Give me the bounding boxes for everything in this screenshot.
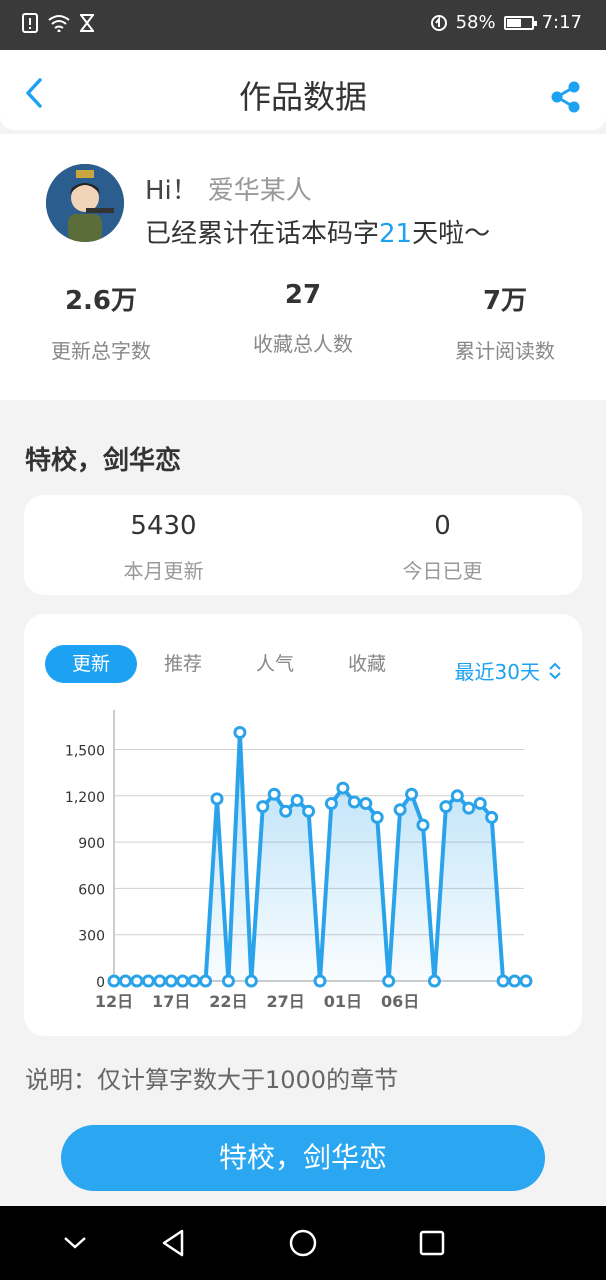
- update-summary-card: 5430 本月更新 0 今日已更: [24, 495, 582, 595]
- clock: 7:17: [541, 12, 582, 33]
- data-point[interactable]: [416, 818, 430, 832]
- x-tick-label: 17日: [152, 992, 190, 1011]
- sort-updown-icon: [549, 662, 561, 679]
- month-updates: 5430 本月更新: [123, 511, 204, 583]
- wifi-icon: [48, 15, 70, 32]
- writing-days-count: 21: [379, 219, 413, 249]
- data-point[interactable]: [405, 787, 419, 801]
- series-area: [114, 732, 526, 981]
- app-header: 作品数据: [0, 50, 606, 130]
- data-point[interactable]: [347, 795, 361, 809]
- recents-square-icon[interactable]: [418, 1228, 446, 1258]
- data-point[interactable]: [221, 974, 235, 988]
- data-point[interactable]: [244, 974, 258, 988]
- collapse-chevron-icon[interactable]: [62, 1234, 88, 1252]
- stat-total-favorites: 27 收藏总人数: [253, 280, 353, 356]
- y-tick-label: 1,200: [65, 790, 105, 806]
- data-point[interactable]: [382, 974, 396, 988]
- x-tick-label: 27日: [267, 992, 305, 1011]
- back-triangle-icon[interactable]: [158, 1228, 188, 1258]
- x-tick-label: 01日: [324, 992, 362, 1011]
- profile-panel: Hi！ 爱华某人 已经累计在话本码字21天啦～ 2.6万 更新总字数 27 收藏总…: [0, 134, 606, 400]
- notification-alert-icon: [22, 13, 38, 33]
- work-title: 特校，剑华恋: [25, 446, 182, 476]
- avatar[interactable]: [46, 164, 124, 242]
- data-point[interactable]: [118, 974, 132, 988]
- data-point[interactable]: [153, 974, 167, 988]
- x-tick-label: 12日: [95, 992, 133, 1011]
- data-point[interactable]: [462, 801, 476, 815]
- greeting: Hi！ 爱华某人: [145, 176, 312, 206]
- data-point[interactable]: [313, 974, 327, 988]
- system-nav-bar: [0, 1206, 606, 1280]
- data-point[interactable]: [359, 797, 373, 811]
- x-tick-label: 06日: [381, 992, 419, 1011]
- data-point[interactable]: [324, 797, 338, 811]
- home-circle-icon[interactable]: [288, 1228, 318, 1258]
- today-updates: 0 今日已更: [402, 511, 483, 583]
- data-point[interactable]: [141, 974, 155, 988]
- hourglass-icon: [80, 14, 94, 32]
- note-text: 说明：仅计算字数大于1000的章节: [25, 1066, 399, 1094]
- data-point[interactable]: [107, 974, 121, 988]
- tab-recommend[interactable]: 推荐: [137, 645, 229, 683]
- data-point[interactable]: [290, 793, 304, 807]
- tab-favorites[interactable]: 收藏: [321, 645, 413, 683]
- stat-total-reads: 7万 累计阅读数: [455, 286, 555, 363]
- data-point[interactable]: [199, 974, 213, 988]
- status-bar: 58% 7:17: [0, 0, 606, 50]
- data-point[interactable]: [370, 810, 384, 824]
- username: 爱华某人: [207, 176, 312, 206]
- battery-percent: 58%: [455, 12, 496, 33]
- y-tick-label: 0: [96, 975, 105, 991]
- data-point[interactable]: [393, 803, 407, 817]
- data-point[interactable]: [164, 974, 178, 988]
- data-point[interactable]: [450, 789, 464, 803]
- x-tick-label: 22日: [209, 992, 247, 1011]
- range-selector[interactable]: 最近30天: [455, 656, 562, 685]
- stat-total-words: 2.6万 更新总字数: [51, 286, 151, 363]
- tab-popularity[interactable]: 人气: [229, 645, 321, 683]
- tab-updates[interactable]: 更新: [45, 645, 137, 683]
- data-point[interactable]: [508, 974, 522, 988]
- work-button[interactable]: 特校，剑华恋: [61, 1125, 545, 1191]
- data-point[interactable]: [519, 974, 533, 988]
- page-title: 作品数据: [238, 78, 367, 116]
- data-saver-icon: [430, 14, 447, 31]
- data-point[interactable]: [279, 804, 293, 818]
- data-point[interactable]: [485, 810, 499, 824]
- data-point[interactable]: [233, 726, 247, 740]
- y-tick-label: 300: [78, 929, 105, 945]
- share-icon[interactable]: [548, 80, 582, 114]
- data-point[interactable]: [427, 974, 441, 988]
- data-point[interactable]: [439, 800, 453, 814]
- range-label: 最近30天: [454, 660, 540, 684]
- y-tick-label: 1,500: [65, 744, 105, 760]
- data-point[interactable]: [130, 974, 144, 988]
- y-tick-label: 900: [78, 836, 105, 852]
- data-point[interactable]: [210, 792, 224, 806]
- data-point[interactable]: [302, 804, 316, 818]
- data-point[interactable]: [496, 974, 510, 988]
- data-point[interactable]: [336, 781, 350, 795]
- data-point[interactable]: [473, 797, 487, 811]
- data-point[interactable]: [176, 974, 190, 988]
- data-point[interactable]: [267, 787, 281, 801]
- y-tick-label: 600: [78, 882, 105, 898]
- writing-days-text: 已经累计在话本码字21天啦～: [145, 219, 491, 249]
- battery-icon: [503, 15, 537, 30]
- data-point[interactable]: [256, 800, 270, 814]
- chart-card: 0 300 600 900 1,200 1,500 12日 17日 22日 27日 01日 06日 更…: [24, 614, 582, 1036]
- data-point[interactable]: [187, 974, 201, 988]
